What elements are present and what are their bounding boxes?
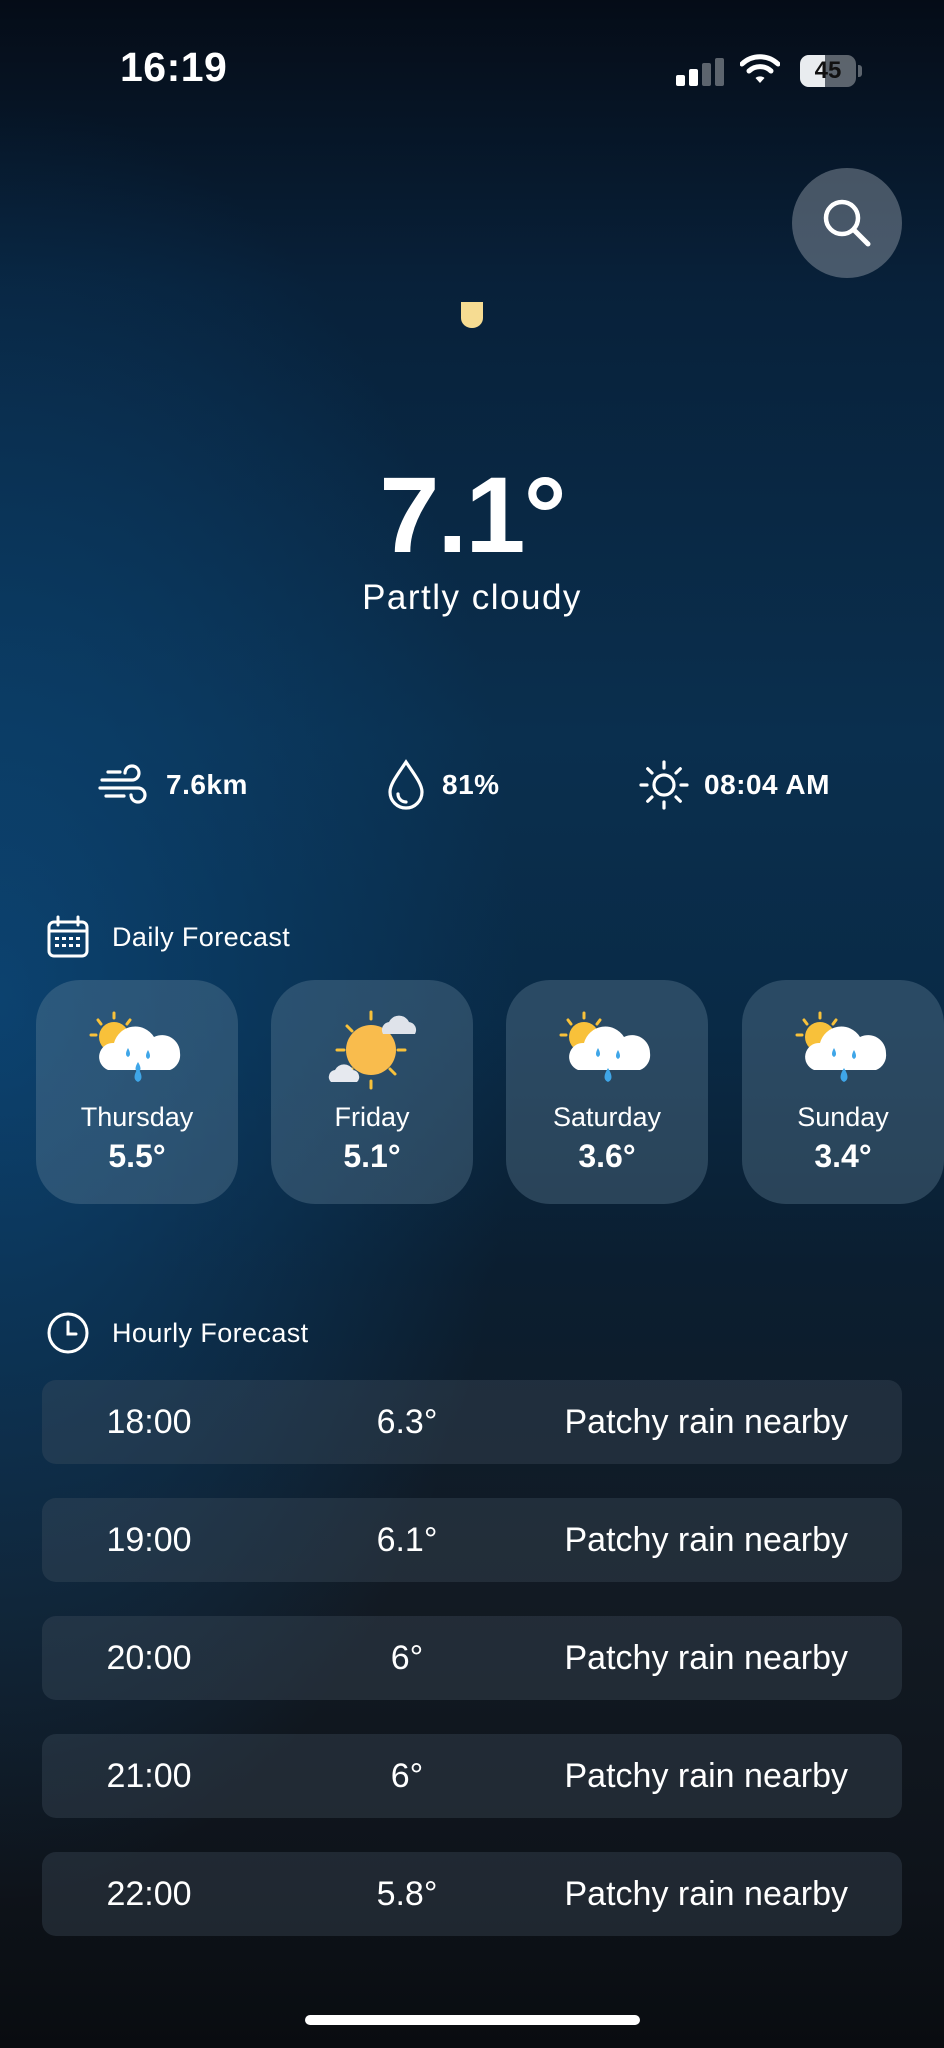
wind-stat: 7.6km [98,758,248,812]
hour-condition: Patchy rain nearby [564,1757,849,1795]
daily-forecast-header: Daily Forecast [46,915,290,959]
hourly-row[interactable]: 18:00 6.3° Patchy rain nearby [42,1380,902,1464]
current-temperature: 7.1° [379,454,566,575]
current-condition: Partly cloudy [362,578,582,617]
sun-with-clouds-icon [328,1010,417,1090]
hour-temperature: 6.1° [376,1521,438,1559]
wifi-icon [739,52,781,86]
hour-time: 22:00 [106,1875,192,1913]
day-name: Saturday [552,1102,662,1132]
day-card-thursday[interactable]: Thursday 5.5° [36,980,238,1204]
hour-time: 21:00 [106,1757,192,1795]
hour-condition: Patchy rain nearby [564,1521,849,1559]
hour-condition: Patchy rain nearby [564,1403,849,1441]
battery-percentage: 45 [814,57,842,84]
daily-forecast-title: Daily Forecast [112,921,291,952]
sun-cloud-rain-icon [559,1011,651,1082]
hourly-row[interactable]: 19:00 6.1° Patchy rain nearby [42,1498,902,1582]
home-indicator[interactable] [305,2015,640,2025]
day-temperature: 5.5° [108,1138,166,1174]
wind-value: 7.6km [166,769,248,800]
hour-condition: Patchy rain nearby [564,1875,849,1913]
day-name: Thursday [80,1102,194,1132]
cellular-signal-icon [676,58,726,86]
droplet-icon [388,759,424,810]
hour-time: 19:00 [106,1521,192,1559]
sun-icon [639,760,689,810]
hour-time: 20:00 [106,1639,192,1677]
hour-temperature: 6° [390,1757,424,1795]
humidity-value: 81% [442,769,500,800]
day-name: Sunday [797,1102,889,1132]
search-button[interactable] [792,168,902,278]
clock-icon [47,1312,89,1354]
sunrise-stat: 08:04 AM [638,758,830,812]
status-time: 16:19 [120,44,228,90]
wind-icon [98,764,147,804]
search-icon [823,199,871,247]
hourly-row[interactable]: 21:00 6° Patchy rain nearby [42,1734,902,1818]
hourly-forecast-header: Hourly Forecast [46,1311,309,1355]
day-card-sunday[interactable]: Sunday 3.4° [742,980,944,1204]
humidity-stat: 81% [384,758,500,812]
sunrise-value: 08:04 AM [704,769,830,800]
hourly-row[interactable]: 20:00 6° Patchy rain nearby [42,1616,902,1700]
hour-temperature: 6.3° [376,1403,438,1441]
hour-temperature: 5.8° [376,1875,438,1913]
day-temperature: 3.4° [814,1138,872,1174]
battery-icon: 45 [800,55,862,87]
sun-cloud-rain-icon [795,1011,887,1082]
day-card-saturday[interactable]: Saturday 3.6° [506,980,708,1204]
sun-glyph-icon [461,302,483,328]
day-temperature: 3.6° [578,1138,636,1174]
hour-condition: Patchy rain nearby [564,1639,849,1677]
day-temperature: 5.1° [343,1138,401,1174]
sun-cloud-rain-icon [89,1011,181,1082]
calendar-icon [47,915,89,958]
hourly-row[interactable]: 22:00 5.8° Patchy rain nearby [42,1852,902,1936]
hourly-forecast-title: Hourly Forecast [112,1317,309,1348]
hour-temperature: 6° [390,1639,424,1677]
day-name: Friday [334,1102,410,1132]
hour-time: 18:00 [106,1403,192,1441]
day-card-friday[interactable]: Friday 5.1° [271,980,473,1204]
